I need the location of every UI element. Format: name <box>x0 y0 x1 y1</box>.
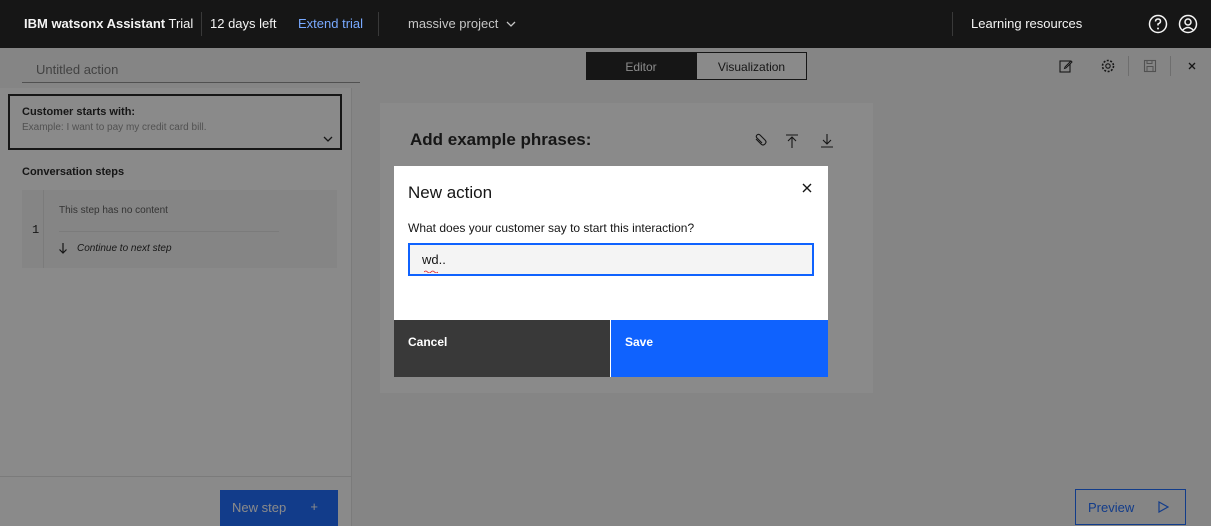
learning-resources-link[interactable]: Learning resources <box>971 16 1082 31</box>
modal-title: New action <box>408 183 493 202</box>
new-action-modal: New action What does your customer say t… <box>394 166 828 377</box>
user-avatar-icon[interactable] <box>1176 12 1200 36</box>
top-bar: IBM watsonx Assistant Trial 12 days left… <box>0 0 1211 48</box>
modal-question-label: What does your customer say to start thi… <box>408 221 695 235</box>
close-icon[interactable] <box>800 181 814 195</box>
divider <box>952 12 953 36</box>
chevron-down-icon <box>506 21 516 27</box>
product-name[interactable]: IBM watsonx Assistant Trial <box>24 16 193 31</box>
extend-trial-link[interactable]: Extend trial <box>298 16 363 31</box>
customer-phrase-input[interactable] <box>408 243 814 276</box>
divider <box>201 12 202 36</box>
save-button[interactable]: Save <box>611 320 828 377</box>
project-switcher[interactable]: massive project <box>408 16 516 31</box>
cancel-button[interactable]: Cancel <box>394 320 610 377</box>
trial-days-left: 12 days left <box>210 16 277 31</box>
divider <box>378 12 379 36</box>
help-icon[interactable] <box>1146 12 1170 36</box>
spellcheck-underline <box>424 270 438 273</box>
